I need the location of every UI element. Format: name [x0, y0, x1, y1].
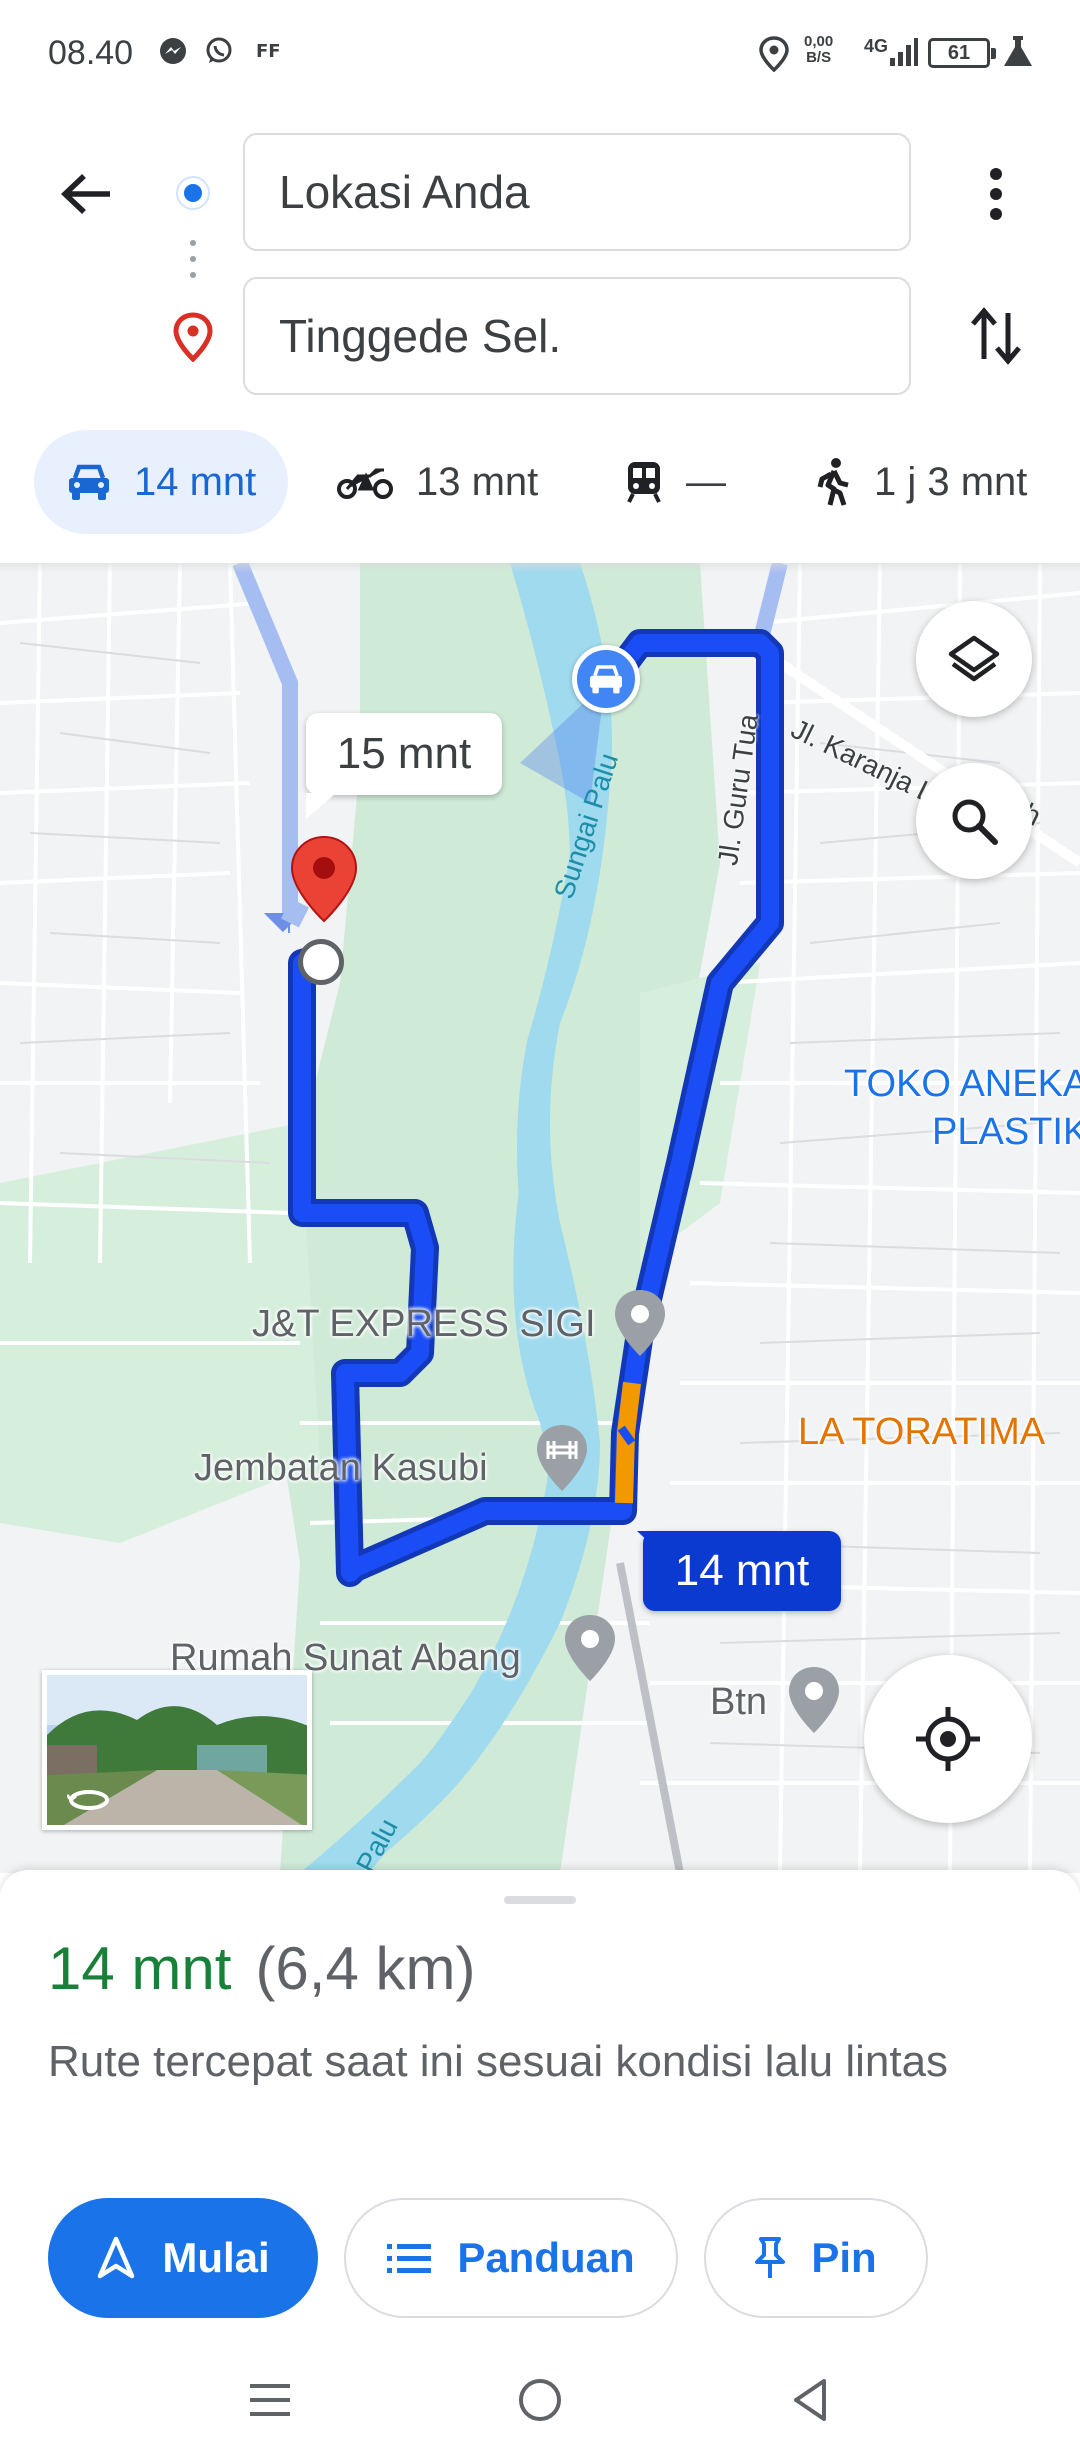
steps-guide-label: Panduan — [457, 2234, 635, 2281]
arrow-left-icon — [61, 174, 110, 214]
signal-icon — [888, 36, 918, 73]
menu-icon — [250, 2384, 290, 2416]
svg-text:FF: FF — [256, 41, 281, 62]
place-label-la-toratima[interactable]: LA TORATIMA — [798, 1411, 1045, 1454]
destination-pin-icon — [172, 312, 214, 367]
place-label-btn[interactable]: Btn — [710, 1681, 767, 1724]
network-speed: 0,00 B/S — [804, 33, 834, 66]
tab-walk[interactable]: 1 j 3 mnt — [816, 430, 1027, 534]
360-rotate-icon — [65, 1787, 111, 1818]
crosshair-icon — [916, 1707, 980, 1771]
back-button[interactable] — [48, 156, 124, 232]
messenger-icon — [158, 36, 188, 71]
place-label-jnt[interactable]: J&T EXPRESS SIGI — [252, 1303, 596, 1346]
walk-icon — [816, 457, 852, 507]
tab-car-label: 14 mnt — [134, 459, 257, 504]
origin-input[interactable]: Lokasi Anda — [243, 133, 911, 251]
home-circle-icon — [519, 2379, 561, 2421]
swap-locations-button[interactable] — [960, 298, 1032, 374]
start-navigation-label: Mulai — [162, 2234, 270, 2281]
home-button[interactable] — [500, 2360, 580, 2440]
tab-transit-label: — — [686, 459, 726, 504]
current-location-car-icon — [572, 645, 640, 713]
status-bar: 08.40 FF 0,00 B/S 4G 61 — [0, 0, 1080, 110]
map-view[interactable]: TOKO ANEKA PLASTIK J&T EXPRESS SIGI LA T… — [0, 563, 1080, 1873]
more-vert-icon — [990, 168, 1002, 220]
system-nav-bar — [0, 2340, 1080, 2460]
alt-route-eta-bubble[interactable]: 15 mnt — [306, 713, 502, 819]
start-navigation-button[interactable]: Mulai — [48, 2198, 318, 2318]
navigation-arrow-icon — [96, 2236, 136, 2280]
route-duration: 14 mnt — [48, 1935, 232, 2002]
tab-transit[interactable]: — — [624, 430, 726, 534]
tab-motorcycle[interactable]: 13 mnt — [336, 430, 538, 534]
route-summary: 14 mnt (6,4 km) — [48, 1934, 475, 2003]
triangle-back-icon — [794, 2379, 826, 2421]
poi-pin-btn-icon[interactable] — [786, 1665, 842, 1740]
travel-mode-tabs: 14 mnt 13 mnt — 1 j 3 mnt — [0, 430, 1080, 534]
motorcycle-icon — [336, 464, 394, 500]
poi-pin-rumah-sunat-icon[interactable] — [562, 1613, 618, 1688]
battery-level: 61 — [947, 42, 971, 64]
tab-motorcycle-label: 13 mnt — [416, 459, 539, 504]
layers-icon — [948, 635, 1000, 682]
status-time: 08.40 — [48, 34, 134, 72]
place-label-jembatan[interactable]: Jembatan Kasubi — [194, 1447, 488, 1490]
tab-walk-label: 1 j 3 mnt — [874, 459, 1028, 504]
ff-app-icon: FF — [256, 38, 284, 67]
pin-trip-label: Pin — [811, 2234, 877, 2281]
route-description: Rute tercepat saat ini sesuai kondisi la… — [48, 2037, 949, 2086]
search-icon — [952, 799, 998, 845]
steps-guide-button[interactable]: Panduan — [344, 2198, 678, 2318]
origin-dot-icon — [178, 178, 208, 208]
pin-icon — [755, 2236, 786, 2280]
battery-icon: 61 — [928, 38, 996, 68]
sheet-drag-handle[interactable] — [504, 1896, 576, 1904]
destination-input[interactable]: Tinggede Sel. — [243, 277, 911, 395]
selected-route-eta-bubble[interactable]: 14 mnt — [637, 1531, 841, 1611]
network-type: 4G — [864, 36, 889, 56]
route-end-circle — [298, 939, 344, 985]
destination-marker-icon[interactable] — [288, 835, 360, 936]
more-options-button[interactable] — [966, 156, 1026, 232]
place-label-toko-line2[interactable]: PLASTIK — [932, 1111, 1080, 1154]
list-icon — [387, 2242, 432, 2274]
train-icon — [624, 460, 664, 504]
back-nav-button[interactable] — [770, 2360, 850, 2440]
poi-pin-jnt-icon[interactable] — [612, 1288, 668, 1363]
location-status-icon — [758, 36, 790, 77]
route-connector-dots — [189, 240, 197, 288]
car-icon — [66, 462, 112, 502]
poi-bridge-icon[interactable] — [534, 1423, 590, 1498]
pin-trip-button[interactable]: Pin — [704, 2198, 928, 2318]
swap-vert-icon — [971, 307, 1021, 365]
layers-button[interactable] — [916, 601, 1032, 717]
whatsapp-icon — [204, 36, 234, 71]
street-view-thumbnail[interactable] — [42, 1670, 312, 1830]
lab-flask-icon — [1002, 34, 1034, 75]
recent-apps-button[interactable] — [230, 2360, 310, 2440]
map-top-shadow — [0, 563, 1080, 573]
place-label-toko-line1[interactable]: TOKO ANEKA — [844, 1063, 1080, 1106]
search-along-route-button[interactable] — [916, 763, 1032, 879]
tab-car[interactable]: 14 mnt — [34, 430, 289, 534]
route-distance: (6,4 km) — [255, 1935, 476, 2002]
my-location-button[interactable] — [864, 1655, 1032, 1823]
